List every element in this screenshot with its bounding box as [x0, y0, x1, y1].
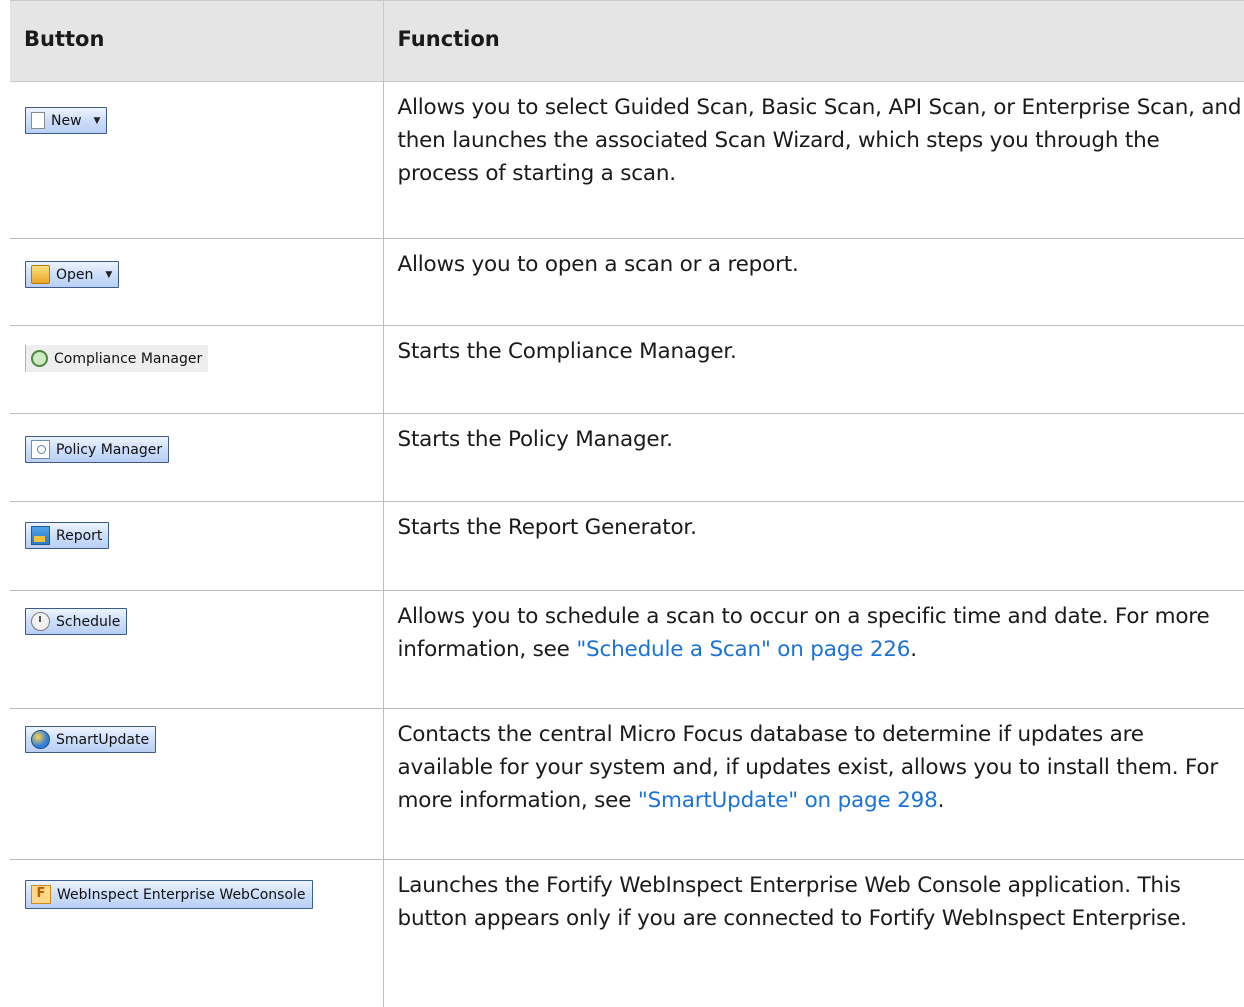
- report-button[interactable]: Report: [25, 522, 110, 549]
- function-text: Starts the Policy Manager.: [383, 413, 1244, 502]
- chevron-down-icon[interactable]: ▼: [105, 270, 112, 280]
- function-text: Starts the Report Generator.: [383, 501, 1244, 591]
- table-row: Schedule Allows you to schedule a scan t…: [10, 590, 1244, 709]
- webconsole-button-label: WebInspect Enterprise WebConsole: [57, 886, 306, 903]
- table-header-row: Button Function: [10, 0, 1244, 82]
- folder-open-icon: [31, 265, 50, 284]
- compliance-manager-button[interactable]: Compliance Manager: [25, 345, 209, 372]
- table-row: Report Starts the Report Generator.: [10, 501, 1244, 591]
- chevron-down-icon[interactable]: ▼: [94, 116, 101, 126]
- smartupdate-link[interactable]: "SmartUpdate" on page 298: [638, 788, 938, 813]
- webinspect-enterprise-webconsole-button[interactable]: F WebInspect Enterprise WebConsole: [25, 880, 313, 909]
- report-button-label: Report: [56, 527, 103, 544]
- smartupdate-button-label: SmartUpdate: [56, 731, 150, 748]
- smartupdate-button[interactable]: SmartUpdate: [25, 726, 157, 753]
- header-button: Button: [10, 0, 384, 82]
- table-row: Open ▼ Allows you to open a scan or a re…: [10, 238, 1244, 326]
- schedule-button-label: Schedule: [56, 613, 121, 630]
- header-function: Function: [397, 27, 500, 51]
- table-row: F WebInspect Enterprise WebConsole Launc…: [10, 859, 1244, 1007]
- clock-icon: [31, 612, 50, 631]
- policy-manager-icon: [31, 440, 50, 459]
- fortify-f-icon: F: [31, 885, 51, 904]
- new-button-label: New: [51, 112, 82, 129]
- new-document-icon: [31, 112, 45, 129]
- table-row: SmartUpdate Contacts the central Micro F…: [10, 708, 1244, 860]
- table-row: New ▼ Allows you to select Guided Scan, …: [10, 81, 1244, 239]
- report-icon: [31, 526, 50, 545]
- table-row: Policy Manager Starts the Policy Manager…: [10, 413, 1244, 502]
- compliance-manager-icon: [31, 350, 48, 367]
- function-text: Allows you to open a scan or a report.: [383, 238, 1244, 326]
- open-button-label: Open: [56, 266, 94, 283]
- policy-manager-label: Policy Manager: [56, 441, 163, 458]
- new-button[interactable]: New ▼: [25, 107, 108, 134]
- smartupdate-icon: [31, 730, 50, 749]
- function-text: Launches the Fortify WebInspect Enterpri…: [397, 873, 1188, 931]
- function-text: Allows you to schedule a scan to occur o…: [383, 590, 1244, 709]
- compliance-manager-label: Compliance Manager: [54, 350, 203, 367]
- button-function-table: Button Function New ▼ Allows you to sele…: [10, 0, 1244, 1007]
- table-row: Compliance Manager Starts the Compliance…: [10, 325, 1244, 414]
- function-text: Contacts the central Micro Focus databas…: [383, 708, 1244, 860]
- open-button[interactable]: Open ▼: [25, 261, 120, 288]
- function-text: Allows you to select Guided Scan, Basic …: [383, 81, 1244, 239]
- function-text: Starts the Compliance Manager.: [383, 325, 1244, 414]
- schedule-scan-link[interactable]: "Schedule a Scan" on page 226: [576, 637, 910, 662]
- policy-manager-button[interactable]: Policy Manager: [25, 436, 170, 463]
- schedule-button[interactable]: Schedule: [25, 608, 128, 635]
